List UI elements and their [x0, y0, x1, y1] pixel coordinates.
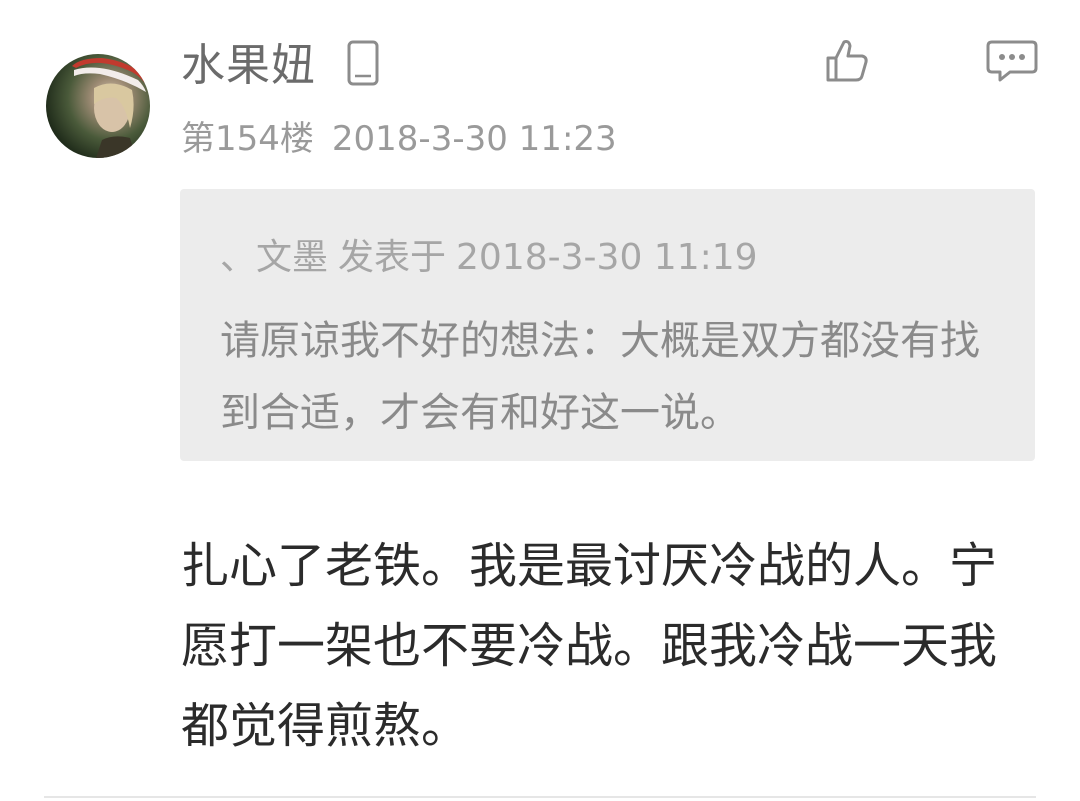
quote-author[interactable]: 、文墨 [220, 237, 328, 278]
mobile-phone-icon [347, 40, 379, 86]
thumbs-up-icon[interactable] [822, 36, 870, 84]
username[interactable]: 水果妞 [181, 36, 316, 96]
avatar[interactable] [46, 54, 150, 158]
comment-bubble-icon[interactable] [986, 38, 1038, 82]
post-meta: 第154楼 2018-3-30 11:23 [181, 114, 617, 164]
quote-text: 请原谅我不好的想法：大概是双方都没有找到合适，才会有和好这一说。 [220, 318, 980, 436]
quote-timestamp: 2018-3-30 11:19 [456, 237, 758, 278]
post-content: 扎心了老铁。我是最讨厌冷战的人。宁愿打一架也不要冷战。跟我冷战一天我都觉得煎熬。 [181, 538, 998, 754]
quote-posted-label: 发表于 [338, 237, 447, 278]
avatar-image [72, 58, 150, 158]
quoted-reply: 、文墨 发表于 2018-3-30 11:19 请原谅我不好的想法：大概是双方都没有… [180, 189, 1035, 461]
floor-number: 第154楼 [181, 119, 314, 159]
quote-header: 、文墨 发表于 2018-3-30 11:19 [220, 233, 768, 283]
post-timestamp: 2018-3-30 11:23 [331, 119, 617, 159]
divider [44, 796, 1036, 798]
